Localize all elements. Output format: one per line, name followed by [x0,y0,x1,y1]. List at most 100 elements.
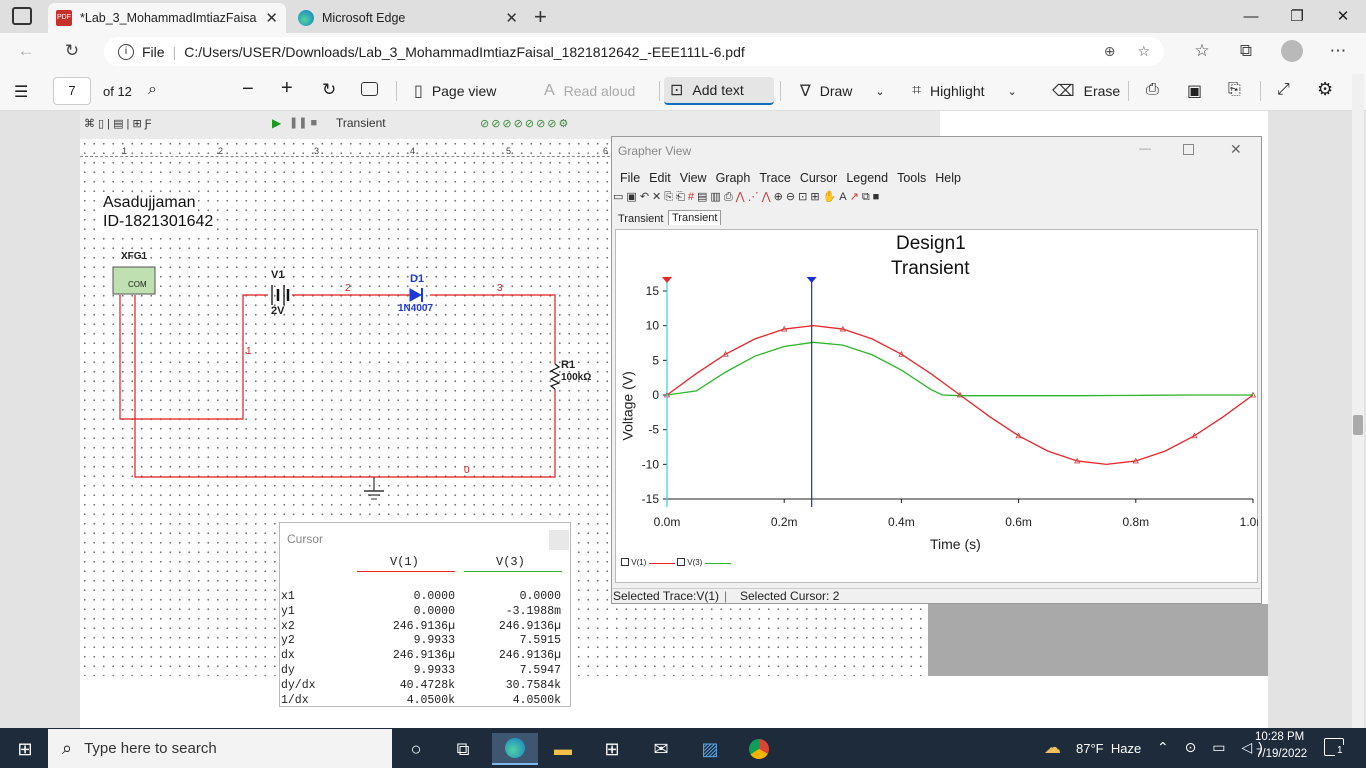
chevron-down-icon[interactable]: ⌄ [875,85,884,98]
weather-text[interactable]: 87°F Haze [1076,741,1141,756]
trace-icon[interactable]: ⋀⋰⋀ [736,191,774,203]
tab-edge[interactable]: Microsoft Edge ✕ [290,3,526,33]
minimize-icon[interactable]: — [1240,6,1262,28]
save-icon[interactable]: ▣ [626,191,639,203]
file-explorer-icon[interactable]: ▬ [543,733,583,765]
new-tab-button[interactable]: + [534,4,547,30]
legend-checkbox-icon[interactable] [677,558,685,566]
grapher-tab[interactable]: Transient [618,213,663,225]
favorite-add-icon[interactable]: ☆ [1137,43,1150,60]
legend-checkbox-icon[interactable] [621,558,629,566]
tab-actions-icon[interactable] [12,7,32,25]
grapher-maximize-icon[interactable] [1183,144,1194,155]
refresh-icon[interactable]: ↻ [60,40,84,62]
start-icon[interactable]: ⊞ [5,733,45,765]
contents-icon[interactable]: ☰ [14,82,28,102]
edge-taskbar-icon[interactable] [492,733,538,765]
grapher-close-icon[interactable]: ✕ [1230,141,1242,158]
zoom-area-icon[interactable]: ⊡ [798,191,810,203]
fit-page-icon[interactable] [361,82,378,96]
zoom-full-icon[interactable]: ⊞ [810,191,822,203]
avatar[interactable] [1281,40,1303,62]
menu-legend[interactable]: Legend [846,171,888,185]
store-icon[interactable]: ⊞ [592,733,632,765]
tray-icons[interactable]: ⌃ ⊙ ▭ ◁) [1157,739,1269,756]
cursor-row-v3: 7.5915 [519,634,561,648]
stop-icon[interactable]: ■ [873,191,883,203]
back-icon[interactable]: ← [14,40,38,62]
erase-button[interactable]: ⌫ Erase [1046,77,1126,105]
page-number-input[interactable]: 7 [53,77,91,105]
menu-tools[interactable]: Tools [897,171,926,185]
zoom-out-icon[interactable]: ⊖ [786,191,798,203]
menu-graph[interactable]: Graph [716,171,751,185]
copy-icon[interactable]: ⎘ [664,191,676,203]
clock-time[interactable]: 10:28 PM [1255,731,1304,743]
cursor-row: dy 9.9933 7.5947 [281,664,565,678]
chrome-icon[interactable] [739,733,779,765]
page-view-button[interactable]: ▯ Page view [408,77,502,105]
menu-trace[interactable]: Trace [759,171,791,185]
legend-v1[interactable]: V(1) [621,558,675,568]
add-text-button[interactable]: ⊡ Add text [664,77,774,105]
close-tab-icon[interactable]: ✕ [505,9,518,27]
open-icon[interactable]: ▭ [613,191,626,203]
find-icon[interactable]: ⌕ [148,81,157,99]
restore-icon[interactable]: ❐ [1286,6,1308,28]
print-icon[interactable]: ⎙ [1146,81,1159,99]
weather-icon[interactable]: ☁ [1044,738,1061,758]
taskbar-search[interactable]: ⌕ Type here to search [48,729,392,768]
zoom-in-icon[interactable]: + [281,77,293,100]
photos-icon[interactable]: ▨ [690,733,730,765]
menu-view[interactable]: View [680,171,707,185]
cut-icon[interactable]: ✕ [652,191,664,203]
grid-icon[interactable]: # [688,191,697,203]
vertical-scrollbar[interactable] [1352,74,1364,728]
export-icon[interactable]: ↗ [850,191,862,203]
zoom-in-icon[interactable]: ⊕ [774,191,786,203]
multisim-toolbar-icons: ⌘ ▯ | ▤ | ⊞ Ƒ [84,118,152,130]
close-window-icon[interactable]: ✕ [1332,6,1354,28]
clock-date[interactable]: 7/19/2022 [1256,748,1307,760]
cortana-icon[interactable]: ○ [396,733,436,765]
fullscreen-icon[interactable]: ⤢ [1277,81,1290,99]
cursor-panel-close-icon[interactable] [549,530,569,550]
favorites-icon[interactable]: ☆ [1190,40,1214,62]
legend-v3[interactable]: V(3) [677,558,731,568]
legend-icon[interactable]: ▤ [697,191,710,203]
pan-icon[interactable]: ✋ [823,191,840,203]
mail-icon[interactable]: ✉ [641,733,681,765]
eraser-icon: ⌫ [1052,83,1075,100]
draw-button[interactable]: ∇ Draw ⌄ [794,77,891,105]
chevron-down-icon[interactable]: ⌄ [1008,85,1017,98]
task-view-icon[interactable]: ⧉ [443,733,483,765]
address-field[interactable]: i File | C:/Users/USER/Downloads/Lab_3_M… [104,37,1164,66]
settings-icon[interactable]: ⚙ [1317,79,1333,100]
undo-icon[interactable]: ↶ [640,191,652,203]
save-as-icon[interactable]: ⎘ [1228,81,1241,99]
menu-help[interactable]: Help [935,171,961,185]
print-icon[interactable]: ⎙ [724,191,736,203]
menu-file[interactable]: File [620,171,640,185]
read-aloud-button[interactable]: A Read aloud [538,77,641,105]
grapher-tab-active[interactable]: Transient [668,210,722,225]
more-icon[interactable]: ⋯ [1326,40,1350,62]
scrollbar-thumb[interactable] [1353,415,1363,435]
highlight-button[interactable]: ⌗ Highlight ⌄ [906,77,1023,105]
close-tab-icon[interactable]: ✕ [265,9,278,27]
rotate-icon[interactable]: ↻ [322,80,336,100]
paste-icon[interactable]: ⎗ [676,191,688,203]
net-label: 3 [497,283,503,294]
menu-edit[interactable]: Edit [649,171,671,185]
tab-pdf[interactable]: PDF *Lab_3_MohammadImtiazFaisal_ ✕ [48,3,286,33]
cursor-row: y1 0.0000 -3.1988m [281,605,565,619]
text-icon[interactable]: A [839,191,849,203]
overlay-icon[interactable]: ⧉ [862,191,873,203]
save-icon[interactable]: ▣ [1187,81,1202,101]
grapher-minimize-icon[interactable]: — [1139,141,1151,155]
collections-icon[interactable]: ⧉ [1234,40,1258,62]
zoom-out-icon[interactable]: − [242,78,254,101]
cursors-icon[interactable]: ▥ [710,191,723,203]
zoom-icon[interactable]: ⊕ [1104,43,1116,60]
menu-cursor[interactable]: Cursor [800,171,838,185]
